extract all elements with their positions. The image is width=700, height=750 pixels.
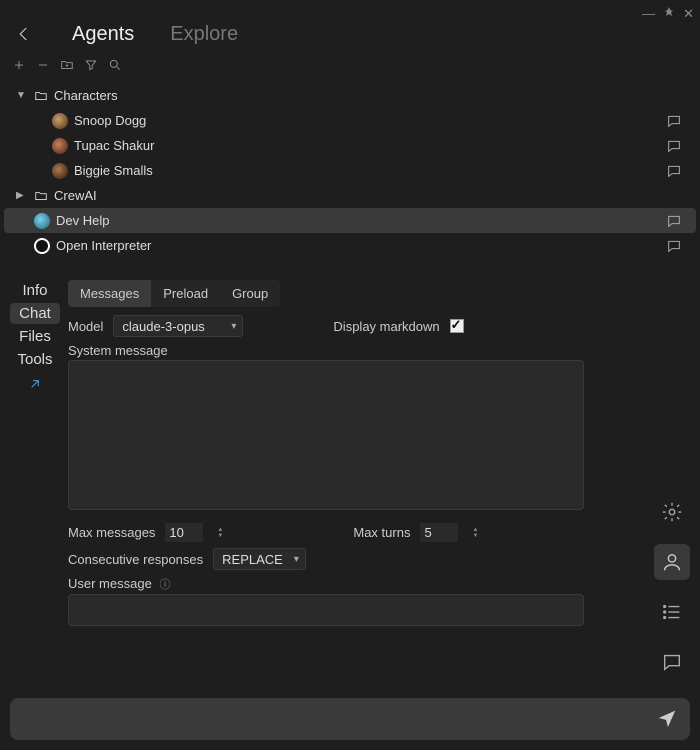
user-message-input[interactable]: [68, 594, 584, 626]
max-messages-label: Max messages: [68, 525, 155, 540]
agent-label: Biggie Smalls: [74, 163, 660, 178]
sidetab-info[interactable]: Info: [10, 280, 60, 301]
inner-tab-group[interactable]: Group: [220, 280, 280, 307]
user-message-label: User message: [68, 576, 152, 591]
folder-icon: [34, 189, 48, 203]
chat-input[interactable]: [22, 711, 656, 727]
avatar: [52, 138, 68, 154]
tab-explore[interactable]: Explore: [170, 23, 238, 46]
folder-crewai[interactable]: ▶ CrewAI: [4, 183, 696, 208]
folder-label: Characters: [54, 88, 690, 103]
display-markdown-label: Display markdown: [333, 319, 439, 334]
consecutive-select[interactable]: REPLACE: [213, 548, 306, 570]
folder-icon: [34, 89, 48, 103]
chat-input-bar: [10, 698, 690, 740]
chat-icon[interactable]: [666, 138, 682, 154]
system-message-input[interactable]: [68, 360, 584, 510]
inner-tab-messages[interactable]: Messages: [68, 280, 151, 307]
collapse-icon[interactable]: [36, 58, 50, 75]
chat-icon[interactable]: [666, 163, 682, 179]
send-button[interactable]: [656, 707, 678, 732]
inner-tab-preload[interactable]: Preload: [151, 280, 220, 307]
agent-label: Open Interpreter: [56, 238, 660, 253]
avatar: [34, 213, 50, 229]
chevron-down-icon[interactable]: ▼: [16, 90, 28, 101]
agent-label: Tupac Shakur: [74, 138, 660, 153]
window-minimize-icon[interactable]: —: [642, 6, 655, 22]
chat-icon[interactable]: [666, 213, 682, 229]
list-button[interactable]: [654, 594, 690, 630]
display-markdown-checkbox[interactable]: [450, 319, 464, 333]
chat-button[interactable]: [654, 644, 690, 680]
tab-agents[interactable]: Agents: [72, 23, 134, 46]
max-turns-label: Max turns: [353, 525, 410, 540]
model-select[interactable]: claude-3-opus: [113, 315, 243, 337]
window-close-icon[interactable]: ✕: [683, 6, 694, 22]
avatar: [34, 238, 50, 254]
chevron-right-icon[interactable]: ▶: [16, 190, 28, 201]
agent-item-snoop[interactable]: Snoop Dogg: [4, 108, 696, 133]
consecutive-label: Consecutive responses: [68, 552, 203, 567]
persona-button[interactable]: [654, 544, 690, 580]
new-folder-icon[interactable]: [60, 58, 74, 75]
max-messages-stepper[interactable]: ▲▼: [217, 527, 223, 539]
search-icon[interactable]: [108, 58, 122, 75]
inner-tabs: Messages Preload Group: [68, 280, 280, 307]
agent-label: Snoop Dogg: [74, 113, 660, 128]
settings-button[interactable]: [654, 494, 690, 530]
avatar: [52, 163, 68, 179]
folder-label: CrewAI: [54, 188, 690, 203]
window-pin-icon[interactable]: [663, 6, 675, 22]
back-button[interactable]: [12, 22, 36, 46]
chat-icon[interactable]: [666, 113, 682, 129]
sidetab-files[interactable]: Files: [10, 326, 60, 347]
folder-characters[interactable]: ▼ Characters: [4, 83, 696, 108]
agent-item-tupac[interactable]: Tupac Shakur: [4, 133, 696, 158]
add-icon[interactable]: [12, 58, 26, 75]
avatar: [52, 113, 68, 129]
max-turns-stepper[interactable]: ▲▼: [472, 527, 478, 539]
sidetab-tools[interactable]: Tools: [10, 349, 60, 370]
agent-item-biggie[interactable]: Biggie Smalls: [4, 158, 696, 183]
max-turns-input[interactable]: [420, 523, 458, 542]
open-external-icon[interactable]: [27, 376, 43, 395]
filter-icon[interactable]: [84, 58, 98, 75]
info-icon[interactable]: ⓘ: [159, 579, 170, 591]
agent-label: Dev Help: [56, 213, 660, 228]
agent-item-openinterpreter[interactable]: Open Interpreter: [4, 233, 696, 258]
max-messages-input[interactable]: [165, 523, 203, 542]
chat-icon[interactable]: [666, 238, 682, 254]
agent-item-devhelp[interactable]: Dev Help: [4, 208, 696, 233]
model-label: Model: [68, 319, 103, 334]
system-message-label: System message: [68, 343, 690, 358]
sidetab-chat[interactable]: Chat: [10, 303, 60, 324]
